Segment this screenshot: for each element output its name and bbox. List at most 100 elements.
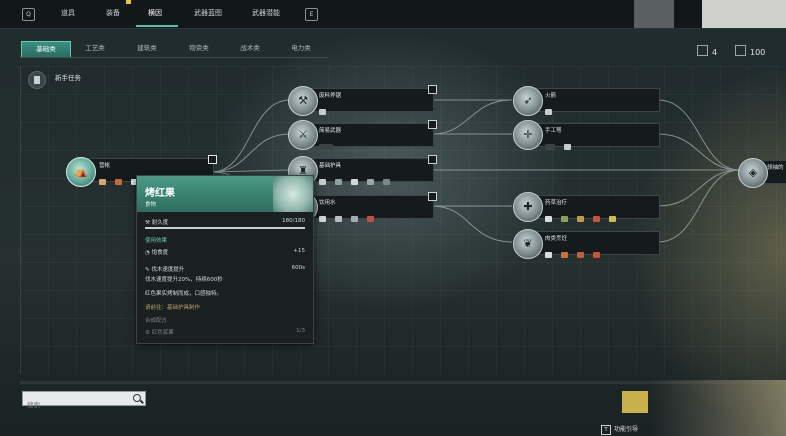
buff-label: 伐木速度提升 xyxy=(151,267,185,273)
material-icon xyxy=(319,109,326,115)
search-input[interactable] xyxy=(23,398,126,412)
tree-node-herbal-healing[interactable]: 药草治疗 xyxy=(526,195,660,222)
crossbow-icon[interactable]: ✛ xyxy=(513,120,543,150)
recipe-label: 合成配方 xyxy=(145,318,168,324)
satiety-value: +15 xyxy=(293,248,305,254)
material-icon xyxy=(99,179,106,185)
node-label: 营帐 xyxy=(99,163,111,169)
node-materials xyxy=(545,100,556,119)
node-label: 饮用水 xyxy=(319,200,336,206)
material-icon xyxy=(577,252,585,258)
rocket-icon[interactable]: ➶ xyxy=(513,86,543,116)
material-icon xyxy=(383,179,391,185)
material-icon xyxy=(319,144,333,150)
weapon-icon[interactable]: ⚔ xyxy=(288,120,318,150)
item-image xyxy=(273,176,313,212)
durability-bar xyxy=(145,227,305,229)
function-guide-label: 功能引导 xyxy=(614,426,639,433)
tooltip-title: 烤红果 xyxy=(145,188,175,199)
material-icon xyxy=(351,216,359,222)
tooltip-header: 烤红果 食物 xyxy=(137,176,313,212)
durability-label: ⚒ 耐久度 xyxy=(145,220,169,226)
node-label: 基础护具 xyxy=(319,163,342,169)
node-checkbox[interactable] xyxy=(428,120,437,129)
node-label: 药草治疗 xyxy=(545,200,568,206)
material-icon xyxy=(335,216,343,222)
key-hint-t: T xyxy=(601,425,611,435)
material-icon xyxy=(593,252,601,258)
node-label: 简易武器 xyxy=(319,128,342,134)
buff-value: 600s xyxy=(291,265,305,271)
arrow-icon: ➶ xyxy=(523,94,533,107)
tree-node-crossbow[interactable]: 手工弩 xyxy=(526,123,660,150)
satiety-label: 饱食度 xyxy=(151,250,169,256)
gem-icon: ◈ xyxy=(748,166,758,179)
recipe-row: ⚙ 红色浆果 xyxy=(145,330,174,336)
tree-node-simple-weapon[interactable]: 简易武器 xyxy=(300,120,437,150)
unlock-hint: 请前往：基础护具制作 xyxy=(145,305,201,311)
material-icon xyxy=(351,179,359,185)
node-label: 肉类烹饪 xyxy=(545,236,568,242)
node-materials xyxy=(545,243,604,262)
bow-icon: ✛ xyxy=(523,128,533,141)
satiety-row: ◔ 饱食度 xyxy=(145,250,169,256)
node-materials xyxy=(545,135,575,154)
node-materials xyxy=(319,170,394,189)
axe-icon[interactable]: ⚒ xyxy=(288,86,318,116)
node-checkbox[interactable] xyxy=(208,155,217,164)
material-icon xyxy=(577,216,585,222)
material-icon xyxy=(609,216,617,222)
function-guide[interactable]: T 功能引导 xyxy=(601,424,638,435)
herb-icon: ✚ xyxy=(523,200,533,213)
node-label: 火箭 xyxy=(545,93,557,99)
use-effect-label: 使用效果 xyxy=(145,238,168,244)
tree-node-rocket[interactable]: 火箭 xyxy=(526,88,660,115)
node-materials xyxy=(319,100,330,119)
material-icon xyxy=(335,179,343,185)
recipe-item: 红色浆果 xyxy=(151,330,174,336)
node-label: 领袖的 xyxy=(767,165,784,171)
material-icon xyxy=(115,179,123,185)
node-checkbox[interactable] xyxy=(428,192,437,201)
node-label: 手工弩 xyxy=(545,128,562,134)
node-label: 废料斧锯 xyxy=(319,93,342,99)
material-icon xyxy=(593,216,601,222)
buff-row: ✎ 伐木速度提升 xyxy=(145,267,185,273)
material-icon xyxy=(545,109,552,115)
material-icon xyxy=(561,252,569,258)
durability-value: 180/180 xyxy=(282,218,305,224)
material-icon xyxy=(367,179,375,185)
corner-glow xyxy=(650,380,786,436)
node-checkbox[interactable] xyxy=(428,155,437,164)
recipe-count: 1/3 xyxy=(296,328,305,334)
material-icon xyxy=(561,216,569,222)
confirm-button[interactable] xyxy=(622,391,648,413)
item-tooltip: 烤红果 食物 ⚒ 耐久度 180/180 使用效果 ◔ 饱食度 +15 ✎ 伐木… xyxy=(136,175,314,344)
node-materials xyxy=(319,207,378,226)
search-box[interactable] xyxy=(22,391,146,412)
material-icon xyxy=(545,144,555,150)
node-checkbox[interactable] xyxy=(428,85,437,94)
tree-node-drinking-water[interactable]: 饮用水 xyxy=(300,192,437,222)
material-icon xyxy=(545,216,552,222)
crossed-swords-icon: ⚔ xyxy=(298,128,308,141)
camp-icon[interactable]: ⛺ xyxy=(66,157,96,187)
material-icon xyxy=(319,179,326,185)
buff-description: 伐木速度提升20%，持续600秒 xyxy=(145,277,223,283)
material-icon xyxy=(367,216,375,222)
tree-node-basic-armor[interactable]: 基础护具 xyxy=(300,155,437,185)
healing-icon[interactable]: ✚ xyxy=(513,192,543,222)
material-icon xyxy=(319,216,326,222)
flavor-text: 红色果实烤制而成，口感独特。 xyxy=(145,291,223,297)
tent-icon: ⛺ xyxy=(74,165,88,178)
tree-node-meat-cooking[interactable]: 肉类烹饪 xyxy=(526,231,660,258)
tree-node-scrap-axe[interactable]: 废料斧锯 xyxy=(300,85,437,115)
material-icon xyxy=(564,144,572,150)
leader-icon[interactable]: ◈ xyxy=(738,158,768,188)
cooking-icon[interactable]: ❦ xyxy=(513,229,543,259)
durability-text: 耐久度 xyxy=(151,220,169,226)
crossed-tools-icon: ⚒ xyxy=(298,94,308,107)
search-icon[interactable] xyxy=(133,394,141,402)
stomach-icon: ❦ xyxy=(523,237,533,250)
node-materials xyxy=(319,135,337,154)
